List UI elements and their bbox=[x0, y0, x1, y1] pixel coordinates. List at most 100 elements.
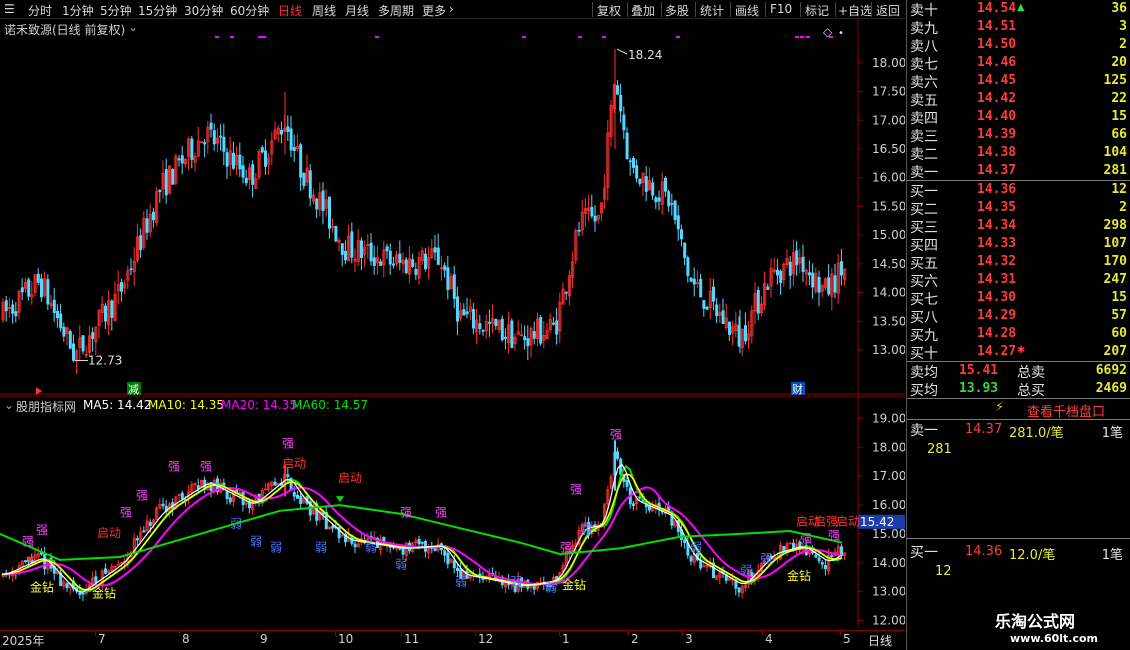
bid-row[interactable]: 买二 14.35 2 bbox=[907, 199, 1130, 218]
start-signal-label: 启动 bbox=[836, 514, 860, 528]
candle-body bbox=[414, 269, 418, 275]
bid-row[interactable]: 买九 14.28 60 bbox=[907, 325, 1130, 344]
candle-body bbox=[104, 568, 108, 574]
candle-body bbox=[353, 543, 357, 548]
bid-row[interactable]: 买十 14.27 207 ✱ bbox=[907, 343, 1130, 362]
bid-row[interactable]: 买三 14.34 298 bbox=[907, 217, 1130, 236]
chart-options-icon[interactable]: ⌄ bbox=[128, 20, 138, 34]
candle-body bbox=[590, 206, 594, 217]
bid-label: 买二 bbox=[910, 202, 938, 218]
multi-stock-button[interactable]: 多股 bbox=[665, 2, 689, 19]
candle-body bbox=[673, 200, 677, 221]
year-label: 2025年 bbox=[2, 634, 45, 648]
restore-right-button[interactable]: 复权 bbox=[597, 2, 621, 19]
period-tab-multi[interactable]: 多周期 bbox=[378, 2, 414, 19]
ask-label: 卖九 bbox=[910, 21, 938, 37]
add-watchlist-button[interactable]: +自选 bbox=[838, 2, 872, 19]
candle-body bbox=[817, 557, 821, 562]
ask-price: 14.50 bbox=[977, 37, 1017, 52]
toolbar-divider bbox=[765, 2, 766, 17]
candle-body bbox=[462, 309, 466, 316]
main-candle-chart[interactable]: 18.00 17.50 17.00 16.50 16.00 15.50 15.00 14.50… bbox=[0, 19, 906, 396]
high-arrow bbox=[616, 48, 628, 55]
statistics-button[interactable]: 统计 bbox=[700, 2, 724, 19]
candle-body bbox=[190, 138, 194, 160]
toolbar-divider bbox=[800, 2, 801, 17]
toolbar-divider bbox=[730, 2, 731, 17]
toolbar-divider bbox=[871, 2, 872, 17]
ask-row[interactable]: 卖十 14.54 36 ▲ bbox=[907, 0, 1130, 19]
period-tab-more[interactable]: 更多 bbox=[422, 2, 446, 19]
period-tab-60min[interactable]: 60分钟 bbox=[230, 2, 269, 19]
candle-body bbox=[683, 242, 687, 259]
gold-diamond-label: 金钻 bbox=[92, 585, 116, 600]
candle-body bbox=[263, 150, 267, 167]
gold-diamond-label: 金钻 bbox=[562, 577, 586, 592]
period-tab-15min[interactable]: 15分钟 bbox=[138, 2, 177, 19]
candle-body bbox=[180, 492, 184, 499]
ask-row[interactable]: 卖二 14.38 104 bbox=[907, 144, 1130, 163]
ask-row[interactable]: 卖三 14.39 66 bbox=[907, 126, 1130, 145]
period-tab-1min[interactable]: 1分钟 bbox=[62, 2, 94, 19]
bid-volume: 298 bbox=[1103, 218, 1127, 233]
candle-body bbox=[494, 318, 498, 326]
indicator-chart[interactable]: 19.00 18.00 17.00 16.00 15.00 14.00 13.00 12.00… bbox=[0, 395, 906, 628]
candle-body bbox=[385, 246, 389, 252]
candle-body bbox=[481, 329, 485, 332]
candle-body bbox=[343, 250, 347, 261]
ask-row[interactable]: 卖五 14.42 22 bbox=[907, 90, 1130, 109]
ask-row[interactable]: 卖七 14.46 20 bbox=[907, 54, 1130, 73]
ask-row[interactable]: 卖四 14.40 15 bbox=[907, 108, 1130, 127]
reduce-marker: 减 bbox=[128, 383, 139, 395]
candle-body bbox=[14, 311, 18, 317]
candle-body bbox=[503, 337, 507, 339]
candle-body bbox=[180, 155, 184, 164]
bid-row[interactable]: 买四 14.33 107 bbox=[907, 235, 1130, 254]
start-signal-label: 启动 bbox=[282, 457, 306, 471]
draw-line-button[interactable]: 画线 bbox=[735, 2, 759, 19]
f10-button[interactable]: F10 bbox=[770, 2, 792, 16]
candle-body bbox=[478, 323, 482, 330]
candle-body bbox=[203, 142, 207, 145]
bid-row[interactable]: 买五 14.32 170 bbox=[907, 253, 1130, 272]
candle-body bbox=[766, 286, 770, 290]
overlay-button[interactable]: 叠加 bbox=[631, 2, 655, 19]
ask-row[interactable]: 卖一 14.37 281 bbox=[907, 162, 1130, 181]
bid-row[interactable]: 买一 14.36 12 bbox=[907, 181, 1130, 200]
bid-row[interactable]: 买七 14.30 15 bbox=[907, 289, 1130, 308]
candle-body bbox=[622, 114, 626, 131]
period-tab-fenshi[interactable]: 分时 bbox=[28, 2, 52, 19]
period-tab-5min[interactable]: 5分钟 bbox=[100, 2, 132, 19]
dropdown-icon[interactable]: ☰ bbox=[4, 2, 15, 16]
ask-volume: 125 bbox=[1103, 73, 1127, 88]
strong-signal-label: 强 bbox=[610, 428, 622, 442]
ask-row[interactable]: 卖六 14.45 125 bbox=[907, 72, 1130, 91]
start-signal-label: 启动 bbox=[338, 471, 362, 485]
candle-body bbox=[801, 256, 805, 272]
ask-row[interactable]: 卖九 14.51 3 bbox=[907, 18, 1130, 37]
ask-row[interactable]: 卖八 14.50 2 bbox=[907, 36, 1130, 55]
candle-body bbox=[830, 555, 834, 558]
indicator-options-icon[interactable]: ⌄ bbox=[4, 398, 14, 412]
candle-body bbox=[292, 492, 296, 497]
month-label: 9 bbox=[260, 632, 268, 646]
ask-price: 14.42 bbox=[977, 91, 1017, 106]
chevron-right-icon[interactable]: › bbox=[449, 2, 454, 16]
thousand-level-bar[interactable]: ⚡ 查看千档盘口 bbox=[907, 399, 1130, 420]
bid-volume: 247 bbox=[1103, 272, 1127, 287]
signal-dot bbox=[230, 36, 234, 38]
period-tab-daily[interactable]: 日线 bbox=[278, 2, 302, 19]
candle-body bbox=[289, 128, 293, 151]
mark-button[interactable]: 标记 bbox=[805, 2, 829, 19]
period-tab-30min[interactable]: 30分钟 bbox=[184, 2, 223, 19]
candle-body bbox=[452, 560, 456, 569]
bid-volume: 2 bbox=[1119, 200, 1127, 215]
thousand-level-button[interactable]: 查看千档盘口 bbox=[1027, 401, 1105, 420]
bid-row[interactable]: 买六 14.31 247 bbox=[907, 271, 1130, 290]
candle-body bbox=[321, 190, 325, 211]
period-tab-monthly[interactable]: 月线 bbox=[345, 2, 369, 19]
bid-row[interactable]: 买八 14.29 57 bbox=[907, 307, 1130, 326]
period-tab-weekly[interactable]: 周线 bbox=[312, 2, 336, 19]
back-button[interactable]: 返回 bbox=[876, 2, 900, 19]
indicator-title: 股朋指标网 bbox=[16, 400, 77, 414]
